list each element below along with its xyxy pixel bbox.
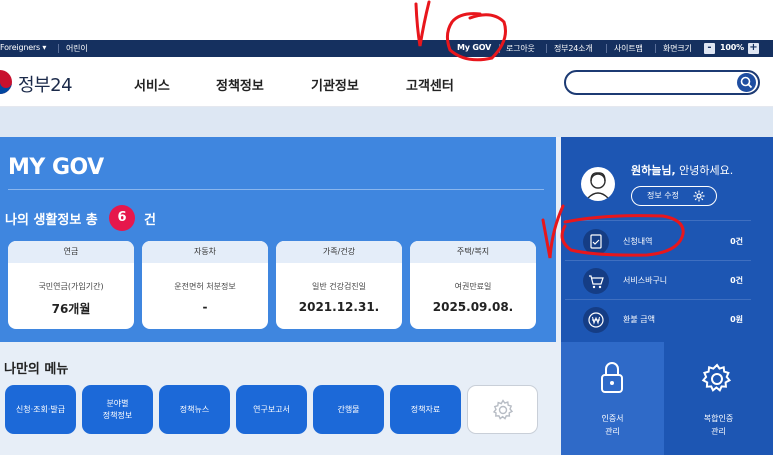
cert-label: 인증서 관리 [601,414,624,436]
card-header: 가족/건강 [276,241,402,263]
card-value: - [202,300,208,314]
menu-label: 연구보고서 [253,404,290,414]
divider [58,44,59,53]
zoom-out-button[interactable]: - [704,43,715,54]
side-row-service-basket[interactable]: 서비스바구니 0건 [561,261,773,299]
divider [546,44,547,53]
mygov-panel: MY GOV 나의 생활정보 총 6 건 연금 국민연금(가입기간) 76개월 … [0,137,556,342]
search-input[interactable] [564,70,760,95]
avatar [581,167,615,201]
government-emblem-icon[interactable] [0,70,16,94]
nav-policy-info[interactable]: 정책정보 [216,75,264,94]
menu-label: 분야별 정책정보 [102,398,133,420]
combined-auth-management-button[interactable]: 복합인증 관리 [664,342,773,455]
info-card-pension[interactable]: 연금 국민연금(가입기간) 76개월 [8,241,134,329]
divider [655,44,656,53]
search-button[interactable] [737,73,756,92]
menu-policy-news-button[interactable]: 정책뉴스 [159,385,230,434]
certificate-management-button[interactable]: 인증서 관리 [561,342,664,455]
side-row-value: 0원 [730,315,743,324]
search-icon [740,76,753,89]
mygov-title: MY GOV [8,155,104,180]
menu-label: 정책자료 [410,404,441,414]
menu-label: 신청·조회·발급 [15,404,66,414]
annotation-check-mark-top [414,0,507,62]
edit-profile-label: 정보 수정 [647,191,679,200]
sitemap-link[interactable]: 사이트맵 [614,43,643,54]
about-link[interactable]: 정부24소개 [554,43,593,54]
card-header: 주택/복지 [410,241,536,263]
main-header: 정부24 서비스 정책정보 기관정보 고객센터 [0,57,773,107]
menu-settings-button[interactable] [467,385,538,434]
life-info-title: 나의 생활정보 총 [5,213,98,228]
side-row-label: 서비스바구니 [623,276,668,285]
gear-icon [701,363,732,392]
foreigners-link[interactable]: Foreigners ▾ [0,43,46,52]
won-coin-icon [583,307,609,333]
life-info-unit: 건 [144,213,156,228]
menu-research-report-button[interactable]: 연구보고서 [236,385,307,434]
children-link[interactable]: 어린이 [66,43,88,54]
nav-services[interactable]: 서비스 [134,75,170,94]
side-row-label: 환불 금액 [623,315,655,324]
cart-icon [583,268,609,294]
logo-text[interactable]: 정부24 [18,71,73,97]
card-subtitle: 일반 건강검진일 [311,282,367,291]
gear-icon [492,398,513,420]
side-row-value: 0건 [730,237,743,246]
card-value: 76개월 [51,302,91,316]
menu-label: 정책뉴스 [179,404,210,414]
life-info-count-badge: 6 [109,205,135,231]
info-card-family-health[interactable]: 가족/건강 일반 건강검진일 2021.12.31. [276,241,402,329]
my-menu-title: 나만의 메뉴 [4,362,69,377]
card-header: 자동차 [142,241,268,263]
menu-apply-view-issue-button[interactable]: 신청·조회·발급 [5,385,76,434]
card-header: 연금 [8,241,134,263]
info-card-vehicle[interactable]: 자동차 운전면허 처분정보 - [142,241,268,329]
zoom-in-button[interactable]: + [748,43,759,54]
info-card-housing-welfare[interactable]: 주택/복지 여권만료일 2025.09.08. [410,241,536,329]
divider [606,44,607,53]
user-avatar-icon [587,172,609,199]
menu-policy-data-button[interactable]: 정책자료 [390,385,461,434]
greeting-text: 원하늘님, 안녕하세요. [631,164,734,177]
card-value: 2021.12.31. [298,300,380,314]
card-subtitle: 국민연금(가입기간) [38,282,104,291]
screen-size-label: 화면크기 [663,44,692,53]
header-band [0,107,773,137]
zoom-value: 100% [720,43,744,52]
card-subtitle: 여권만료일 [454,282,492,291]
nav-agency-info[interactable]: 기관정보 [311,75,359,94]
lock-icon [601,362,623,393]
side-row-value: 0건 [730,276,743,285]
divider [8,189,544,190]
menu-publications-button[interactable]: 간행물 [313,385,384,434]
card-value: 2025.09.08. [432,300,514,314]
menu-label: 간행물 [337,404,360,414]
side-row-refund-amount[interactable]: 환불 금액 0원 [561,300,773,338]
annotation-check-mark-side [541,204,685,259]
top-utility-bar: Foreigners ▾ 어린이 My GOV 로그아웃 정부24소개 사이트맵… [0,40,773,57]
nav-customer-center[interactable]: 고객센터 [406,75,454,94]
combined-auth-label: 복합인증 관리 [703,414,734,436]
gear-icon [693,190,705,202]
menu-policy-by-field-button[interactable]: 분야별 정책정보 [82,385,153,434]
card-subtitle: 운전면허 처분정보 [174,282,236,291]
